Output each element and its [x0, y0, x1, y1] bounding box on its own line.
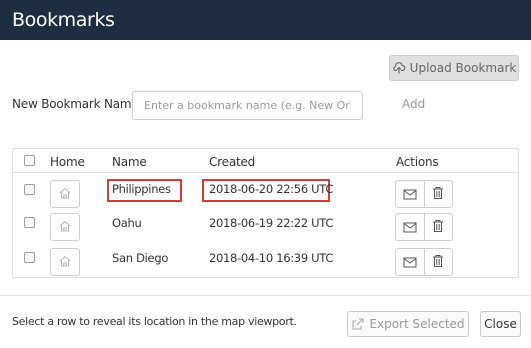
upload-bookmark-button[interactable]: Upload Bookmark [389, 55, 519, 81]
table-row[interactable]: Oahu 2018-06-19 22:22 UTC [13, 212, 518, 252]
home-icon [58, 185, 72, 204]
new-bookmark-label: New Bookmark Name: [12, 97, 143, 111]
column-name: Name [112, 155, 147, 169]
row-checkbox[interactable] [24, 184, 35, 195]
header-divider [13, 172, 518, 173]
home-button[interactable] [50, 248, 80, 276]
email-button[interactable] [396, 249, 424, 275]
table-row[interactable]: San Diego 2018-04-10 16:39 UTC [13, 247, 518, 287]
column-actions: Actions [396, 155, 439, 169]
bookmarks-table: Home Name Created Actions Philippines 20… [12, 148, 519, 278]
home-icon [58, 253, 72, 272]
home-icon [58, 218, 72, 237]
envelope-icon [403, 185, 417, 204]
row-actions [395, 213, 453, 241]
bookmark-created: 2018-06-19 22:22 UTC [209, 216, 334, 230]
bookmark-name: San Diego [112, 251, 169, 265]
delete-button[interactable] [423, 249, 453, 275]
delete-button[interactable] [423, 181, 453, 207]
footer-divider [0, 295, 531, 296]
bookmark-name: Oahu [112, 216, 142, 230]
trash-icon [432, 185, 444, 204]
delete-button[interactable] [423, 214, 453, 240]
bookmark-name: Philippines [112, 182, 171, 196]
email-button[interactable] [396, 181, 424, 207]
bookmark-name-input[interactable] [132, 91, 363, 120]
home-button[interactable] [50, 213, 80, 241]
bookmark-created: 2018-04-10 16:39 UTC [209, 251, 334, 265]
close-button[interactable]: Close [480, 311, 521, 337]
envelope-icon [403, 218, 417, 237]
email-button[interactable] [396, 214, 424, 240]
footer-hint: Select a row to reveal its location in t… [12, 315, 297, 328]
export-icon [351, 317, 365, 331]
envelope-icon [403, 253, 417, 272]
row-actions [395, 180, 453, 208]
trash-icon [432, 218, 444, 237]
bookmark-created: 2018-06-20 22:56 UTC [209, 182, 334, 196]
add-button[interactable]: Add [402, 97, 425, 111]
row-checkbox[interactable] [24, 217, 35, 228]
select-all-checkbox[interactable] [24, 155, 35, 166]
column-created: Created [209, 155, 256, 169]
export-selected-button[interactable]: Export Selected [347, 311, 469, 337]
home-button[interactable] [50, 180, 80, 208]
dialog-title: Bookmarks [0, 0, 531, 40]
row-checkbox[interactable] [24, 252, 35, 263]
export-selected-label: Export Selected [369, 317, 465, 331]
trash-icon [432, 253, 444, 272]
row-actions [395, 248, 453, 276]
upload-bookmark-label: Upload Bookmark [409, 61, 517, 75]
column-home: Home [50, 155, 85, 169]
upload-icon [392, 61, 406, 75]
